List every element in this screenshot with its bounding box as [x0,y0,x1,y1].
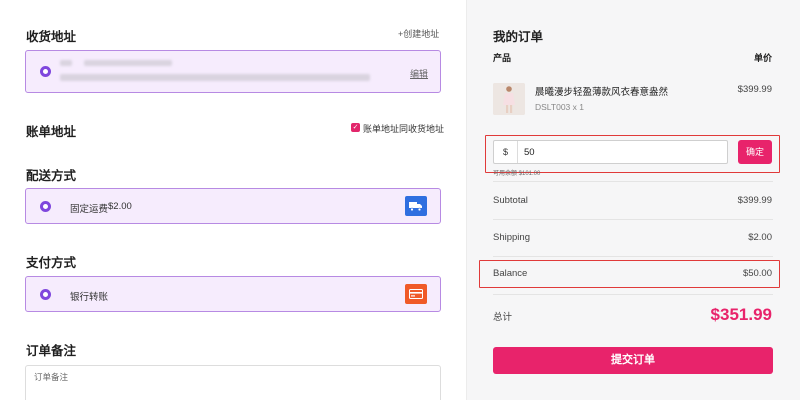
delivery-radio[interactable] [40,201,51,212]
col-product-header: 产品 [493,53,512,63]
delivery-option-price: $2.00 [108,201,132,212]
subtotal-value: $399.99 [737,195,772,206]
shipping-value: $2.00 [748,232,772,243]
billing-address-title: 账单地址 [26,125,77,139]
card-icon [405,284,427,304]
order-notes-placeholder: 订单备注 [34,372,69,382]
truck-icon [405,196,427,216]
order-notes-textarea[interactable]: 订单备注 [25,365,441,400]
delivery-title: 配送方式 [26,169,77,183]
balance-amount-value: 50 [524,147,535,158]
divider [493,256,773,257]
product-name: 晨曦漫步轻盈薄款风衣春意盎然 [535,87,669,98]
address-phone-redacted [84,60,172,66]
product-sku-qty: DSLT003 x 1 [535,102,584,112]
delivery-option-label: 固定运费 [70,204,109,215]
currency-prefix: $ [494,141,518,163]
delivery-option-fixed[interactable]: 固定运费 $2.00 [25,188,441,224]
submit-order-button[interactable]: 提交订单 [493,347,773,374]
payment-option-label: 银行转账 [70,292,109,303]
address-radio[interactable] [40,66,51,77]
balance-value: $50.00 [742,268,772,279]
total-value: $351.99 [710,305,772,324]
payment-title: 支付方式 [26,256,77,270]
shipping-label: Shipping [493,232,530,243]
payment-option-bank[interactable]: 银行转账 [25,276,441,312]
address-line-redacted [60,74,370,81]
total-label: 总计 [493,312,513,323]
notes-title: 订单备注 [26,344,77,358]
product-price: $399.99 [737,84,772,95]
same-as-shipping-label[interactable]: 账单地址同收货地址 [363,122,444,135]
balance-amount-input[interactable]: $ 50 [493,140,728,164]
subtotal-label: Subtotal [493,195,528,206]
checkout-form: 收货地址 +创建地址 编辑 账单地址 ✓ 账单地址同收货地址 配送方式 固定运费… [0,0,466,400]
confirm-balance-button[interactable]: 确定 [738,140,772,164]
address-name-redacted [60,60,72,66]
balance-label: Balance [493,268,528,279]
edit-address-link[interactable]: 编辑 [410,67,428,80]
col-price-header: 单价 [753,53,772,63]
payment-radio[interactable] [40,289,51,300]
divider [493,219,773,220]
shipping-address-title: 收货地址 [26,30,77,44]
create-address-link[interactable]: +创建地址 [398,27,439,40]
available-balance-hint: 可用余额 $101.00 [493,171,541,177]
order-title: 我的订单 [493,30,544,44]
shipping-address-card[interactable]: 编辑 [25,50,441,93]
divider [493,294,773,295]
divider [493,181,773,182]
product-thumbnail[interactable] [493,83,525,115]
same-as-shipping-checkbox[interactable]: ✓ [351,123,360,132]
